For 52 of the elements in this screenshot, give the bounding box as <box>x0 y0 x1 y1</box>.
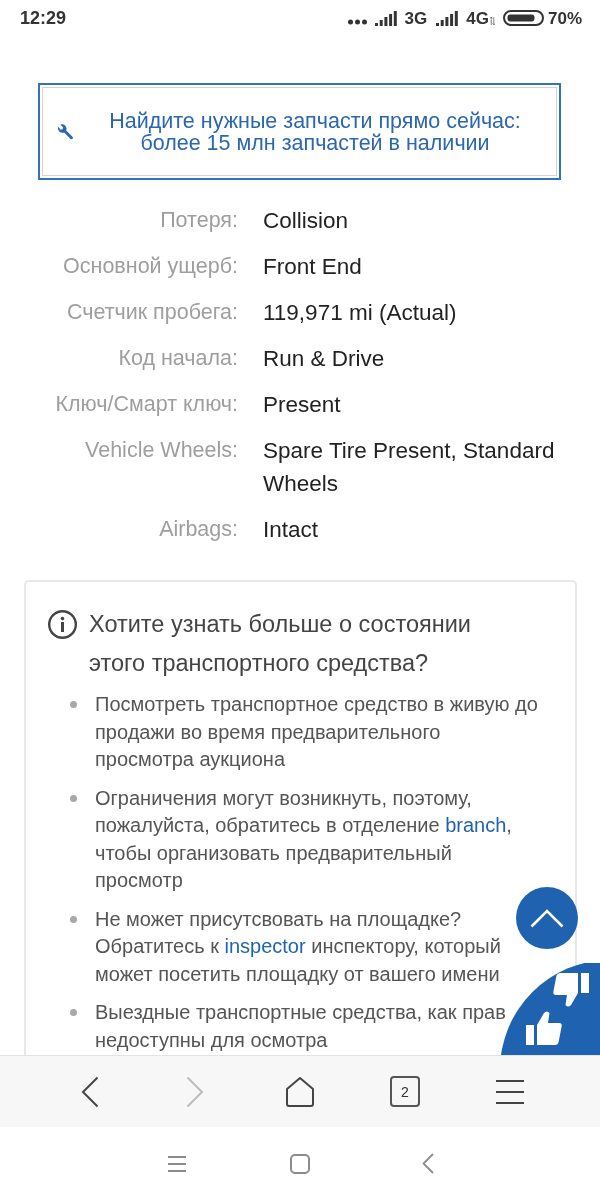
card-heading: Хотите узнать больше о состоянии этого транспортного средства? <box>89 609 472 678</box>
detail-label: Счетчик пробега: <box>66 299 238 324</box>
detail-value: Spare Tire Present, Standard Wheels <box>263 437 555 496</box>
network-label: 4G <box>466 9 489 27</box>
detail-value: 119,971 mi (Actual) <box>263 299 457 325</box>
thumbs-up-icon[interactable] <box>526 1011 562 1045</box>
detail-label: Ключ/Смарт ключ: <box>55 391 238 416</box>
detail-value: Front End <box>263 253 362 279</box>
bullet-text: Ограничения могут возникнуть, поэтому, пожалуйста, обратитесь в отделение branch, чтобы организовать предварительный просмотр <box>95 786 512 891</box>
bullet-text: Посмотреть транспортное средство в живую до продажи во время предварительного просмотра аукциона <box>95 693 538 770</box>
square-icon[interactable] <box>290 1153 310 1174</box>
more-dots-icon <box>347 19 367 25</box>
bullet-text: Выездные транспортные средства, как прав недоступны для осмотра <box>95 1001 506 1051</box>
promo-banner[interactable]: Найдите нужные запчасти прямо сейчас: более 15 млн запчастей в наличии <box>38 83 561 180</box>
info-icon <box>48 609 77 639</box>
menu-button[interactable] <box>495 1078 525 1105</box>
chevron-left-icon <box>81 1075 99 1108</box>
status-time: 12:29 <box>20 9 67 27</box>
bullet-icon <box>70 915 77 923</box>
home-button[interactable] <box>285 1075 315 1108</box>
back-button[interactable] <box>81 1075 99 1108</box>
chevron-right-icon <box>186 1075 204 1108</box>
detail-value: Run & Drive <box>263 345 385 371</box>
menu-icon[interactable] <box>168 1155 186 1172</box>
tabs-button[interactable]: 2 <box>390 1076 420 1107</box>
battery-icon <box>502 10 544 26</box>
detail-label: Потеря: <box>160 207 238 232</box>
detail-label: Vehicle Wheels: <box>85 437 238 462</box>
promo-text: Найдите нужные запчасти прямо сейчас: более 15 млн запчастей в наличии <box>109 108 521 155</box>
inline-link[interactable]: branch <box>445 814 507 836</box>
detail-label: Airbags: <box>159 516 238 541</box>
detail-label: Код начала: <box>118 345 238 370</box>
bullet-icon <box>70 701 77 709</box>
chevron-up-icon <box>530 908 564 928</box>
home-icon <box>285 1075 315 1108</box>
signal-icon <box>436 10 459 26</box>
bullet-icon <box>70 1009 77 1017</box>
inline-link[interactable]: inspector <box>224 935 306 957</box>
bullet-icon <box>70 794 77 802</box>
thumbs-down-icon[interactable] <box>553 973 589 1007</box>
signal-icon <box>374 10 397 26</box>
wrench-icon <box>56 122 74 141</box>
detail-label: Основной ущерб: <box>63 253 238 278</box>
detail-value: Present <box>263 391 341 417</box>
detail-value: Collision <box>263 207 349 233</box>
network-label: 3G <box>404 9 428 27</box>
battery-percent: 70% <box>547 9 582 27</box>
menu-icon <box>495 1078 525 1105</box>
back-icon[interactable] <box>422 1153 434 1174</box>
detail-value: Intact <box>263 516 319 542</box>
data-arrows-icon <box>489 17 495 25</box>
bullet-text: Не может присутсвовать на площадке? Обратитесь к inspector инспектору, который может посетить площадку от вашего имени <box>95 907 501 985</box>
